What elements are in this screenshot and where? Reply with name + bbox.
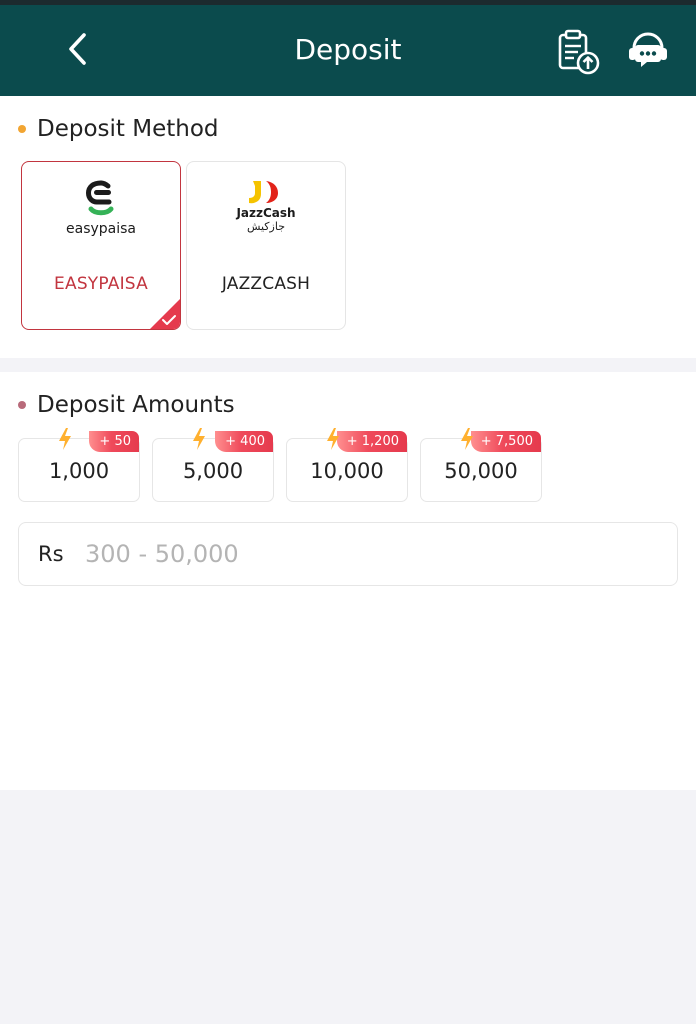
lightning-icon	[461, 428, 473, 450]
amount-value: 1,000	[48, 459, 110, 483]
app-header: Deposit	[0, 5, 696, 96]
lightning-icon	[327, 428, 339, 450]
bonus-badge: + 1,200	[336, 431, 407, 452]
amount-option-1000[interactable]: + 50 1,000	[18, 428, 140, 502]
customer-support-button[interactable]	[626, 31, 670, 73]
clipboard-upload-icon	[558, 29, 600, 75]
amount-option-10000[interactable]: + 1,200 10,000	[286, 428, 408, 502]
jazzcash-logo: JazzCash جازکیش	[187, 176, 345, 240]
easypaisa-logo-text: easypaisa	[66, 221, 136, 237]
easypaisa-logo: easypaisa	[22, 176, 180, 240]
lightning-icon	[193, 428, 205, 450]
deposit-method-section: Deposit Method easypaisa EASYPAISA JazzC…	[0, 96, 696, 358]
lightning-icon	[59, 428, 71, 450]
amount-input-container: Rs	[18, 522, 678, 586]
amount-input[interactable]	[85, 535, 655, 573]
amount-option-50000[interactable]: + 7,500 50,000	[420, 428, 542, 502]
method-name: JAZZCASH	[221, 274, 311, 294]
headset-icon	[629, 32, 667, 67]
amount-value: 50,000	[444, 459, 518, 483]
bonus-badge: + 50	[89, 431, 139, 452]
amount-option-5000[interactable]: + 400 5,000	[152, 428, 274, 502]
jazzcash-logo-text: JazzCash	[235, 206, 295, 220]
deposit-amounts-title: Deposit Amounts	[37, 392, 235, 418]
method-card-easypaisa[interactable]: easypaisa EASYPAISA	[21, 161, 181, 330]
currency-label: Rs	[38, 542, 64, 566]
bonus-badge: + 400	[215, 431, 273, 452]
selected-check-icon	[150, 299, 180, 329]
deposit-records-button[interactable]	[555, 29, 601, 75]
jazzcash-logo-subtext: جازکیش	[247, 220, 285, 233]
deposit-amounts-heading: Deposit Amounts	[18, 392, 235, 418]
method-name: EASYPAISA	[54, 274, 148, 294]
amount-value: 5,000	[182, 459, 244, 483]
bonus-badge: + 7,500	[470, 431, 541, 452]
deposit-method-title: Deposit Method	[37, 116, 219, 142]
method-card-jazzcash[interactable]: JazzCash جازکیش JAZZCASH	[186, 161, 346, 330]
deposit-method-heading: Deposit Method	[18, 116, 219, 142]
bullet-dot	[18, 401, 26, 409]
deposit-amounts-section: Deposit Amounts + 50 1,000 + 400 5,000 +…	[0, 372, 696, 790]
amount-value: 10,000	[310, 459, 384, 483]
bullet-dot	[18, 125, 26, 133]
